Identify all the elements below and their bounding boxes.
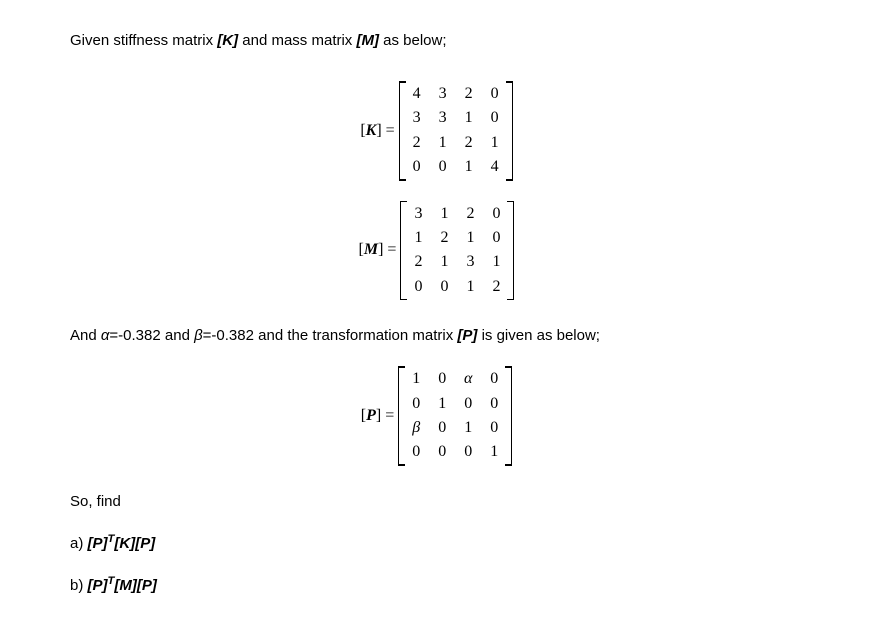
matrix-cell: 0	[438, 276, 450, 298]
matrix-cell: 0	[489, 83, 501, 105]
matrix-cell: 1	[463, 156, 475, 178]
matrix-cell: 1	[489, 132, 501, 154]
matrix-p-block: [P] = 10α00100β0100001	[70, 366, 803, 466]
params-and2: and the transformation matrix	[254, 327, 457, 344]
matrix-k: 4320331021210014	[399, 81, 513, 181]
matrix-cell: 0	[436, 368, 448, 390]
matrix-cell: 1	[438, 251, 450, 273]
matrix-cell: 0	[488, 417, 500, 439]
matrix-cell: 1	[437, 132, 449, 154]
matrix-cell: β	[410, 417, 422, 439]
bracket-right-icon	[506, 201, 514, 301]
question-b-expr: [P]T[M][P]	[88, 577, 157, 594]
intro-text: Given stiffness matrix [K] and mass matr…	[70, 30, 803, 51]
matrix-cell: 0	[436, 417, 448, 439]
matrix-k-label: [K] =	[360, 120, 394, 142]
intro-m-label: [M]	[356, 32, 379, 49]
matrix-cell: 0	[437, 156, 449, 178]
params-prefix: And	[70, 327, 101, 344]
question-b-open: [P]	[88, 577, 108, 594]
matrix-cell: 0	[410, 441, 422, 463]
matrix-cell: 0	[488, 393, 500, 415]
bracket-right-icon	[504, 366, 512, 466]
params-suffix: is given as below;	[477, 327, 600, 344]
matrix-m-label: [M] =	[359, 239, 397, 261]
question-a-rest: [K][P]	[114, 535, 155, 552]
matrix-cell: 2	[438, 227, 450, 249]
matrix-p-label: [P] =	[361, 405, 394, 427]
matrix-cell: 1	[488, 441, 500, 463]
matrix-p-var: P	[366, 407, 376, 424]
beta-value: =-0.382	[203, 327, 254, 344]
matrix-cell: 1	[464, 227, 476, 249]
matrix-cell: 2	[411, 132, 423, 154]
matrix-cell: 1	[463, 107, 475, 129]
bracket-left-icon	[399, 81, 407, 181]
bracket-left-icon	[398, 366, 406, 466]
matrix-cell: 4	[489, 156, 501, 178]
intro-suffix: as below;	[379, 32, 447, 49]
matrix-m-var: M	[364, 241, 378, 258]
intro-k-label: [K]	[217, 32, 238, 49]
matrix-cell: 2	[490, 276, 502, 298]
matrix-k-var: K	[366, 122, 377, 139]
alpha-value: =-0.382	[109, 327, 160, 344]
matrix-cell: 1	[436, 393, 448, 415]
matrix-m: 3120121021310012	[400, 201, 514, 301]
question-a-prefix: a)	[70, 535, 88, 552]
matrix-cell: 1	[410, 368, 422, 390]
matrix-cell: 0	[489, 107, 501, 129]
question-b-prefix: b)	[70, 577, 88, 594]
question-a-expr: [P]T[K][P]	[88, 535, 156, 552]
so-find-text: So, find	[70, 491, 803, 512]
bracket-right-icon	[505, 81, 513, 181]
params-and1: and	[161, 327, 194, 344]
matrix-k-block: [K] = 4320331021210014	[70, 81, 803, 181]
matrix-cell: 1	[464, 276, 476, 298]
matrix-cell: 0	[488, 368, 500, 390]
beta-symbol: β	[194, 327, 203, 344]
question-a: a) [P]T[K][P]	[70, 532, 803, 554]
matrix-cell: 3	[437, 107, 449, 129]
matrix-cell: 0	[490, 227, 502, 249]
matrix-cell: α	[462, 368, 474, 390]
matrix-cell: 3	[464, 251, 476, 273]
question-a-open: [P]	[88, 535, 108, 552]
question-b: b) [P]T[M][P]	[70, 574, 803, 596]
intro-prefix: Given stiffness matrix	[70, 32, 217, 49]
params-text: And α=-0.382 and β=-0.382 and the transf…	[70, 325, 803, 346]
question-b-rest: [M][P]	[114, 577, 156, 594]
matrix-cell: 0	[436, 441, 448, 463]
bracket-left-icon	[400, 201, 408, 301]
matrix-cell: 2	[463, 83, 475, 105]
matrix-cell: 3	[412, 203, 424, 225]
matrix-p-cells: 10α00100β0100001	[406, 366, 504, 466]
matrix-cell: 1	[462, 417, 474, 439]
intro-mid: and mass matrix	[238, 32, 356, 49]
matrix-cell: 4	[411, 83, 423, 105]
matrix-cell: 0	[411, 156, 423, 178]
matrix-cell: 2	[464, 203, 476, 225]
matrix-cell: 1	[438, 203, 450, 225]
matrix-cell: 0	[462, 393, 474, 415]
matrix-k-cells: 4320331021210014	[407, 81, 505, 181]
matrix-cell: 0	[412, 276, 424, 298]
matrix-cell: 3	[437, 83, 449, 105]
matrix-p: 10α00100β0100001	[398, 366, 512, 466]
matrix-cell: 3	[411, 107, 423, 129]
matrix-cell: 0	[462, 441, 474, 463]
matrix-m-block: [M] = 3120121021310012	[70, 201, 803, 301]
matrix-m-cells: 3120121021310012	[408, 201, 506, 301]
matrix-cell: 1	[412, 227, 424, 249]
matrix-cell: 0	[410, 393, 422, 415]
matrix-cell: 0	[490, 203, 502, 225]
matrix-cell: 1	[490, 251, 502, 273]
matrix-cell: 2	[463, 132, 475, 154]
params-p-label: [P]	[457, 327, 477, 344]
matrix-cell: 2	[412, 251, 424, 273]
